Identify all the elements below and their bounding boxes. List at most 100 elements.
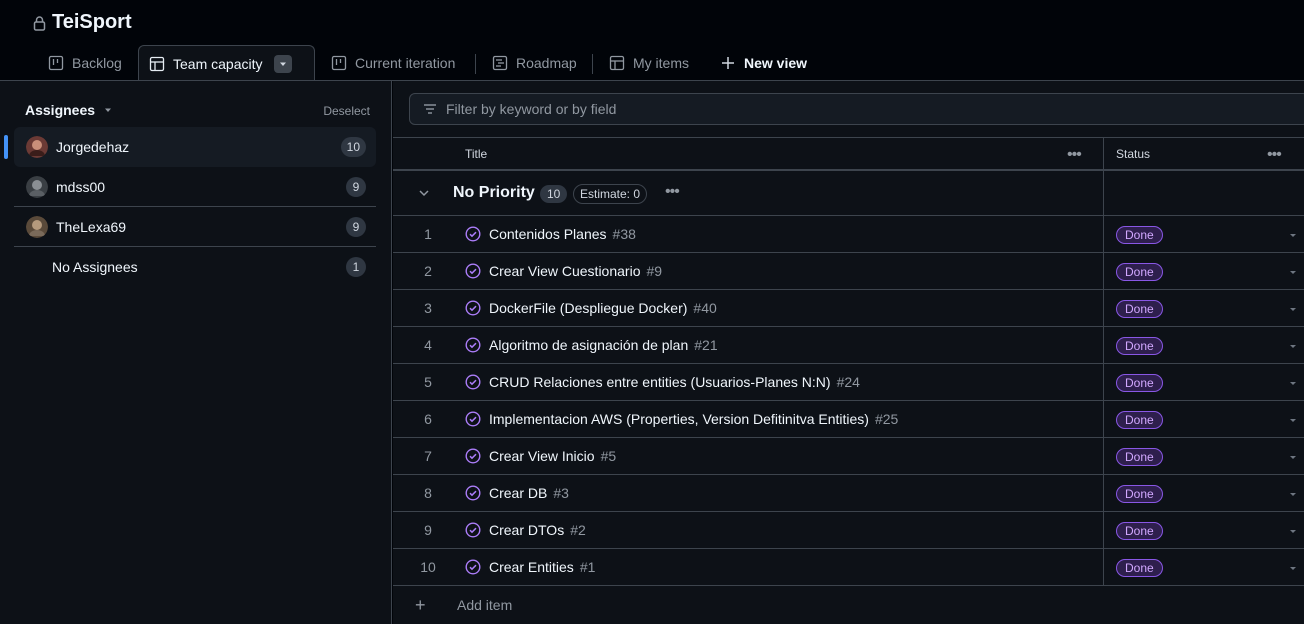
new-view-button[interactable]: New view: [710, 45, 817, 81]
row-number: 4: [424, 337, 432, 353]
chevron-down-icon[interactable]: [417, 186, 431, 200]
item-title[interactable]: DockerFile (Despliegue Docker) #40: [489, 300, 717, 316]
assignee-item[interactable]: No Assignees 1: [14, 247, 376, 287]
tab-label: Backlog: [72, 55, 122, 71]
status-badge[interactable]: Done: [1116, 300, 1163, 318]
item-title[interactable]: Crear DTOs #2: [489, 522, 586, 538]
status-badge[interactable]: Done: [1116, 448, 1163, 466]
triangle-down-icon[interactable]: [1288, 378, 1298, 388]
tab-team-capacity[interactable]: Team capacity: [138, 45, 315, 82]
issue-closed-icon: [465, 485, 481, 501]
tab-current-iteration[interactable]: Current iteration: [321, 45, 465, 81]
tab-label: My items: [633, 55, 689, 71]
item-ref: #9: [646, 263, 663, 279]
assignees-dropdown[interactable]: Assignees: [25, 102, 113, 118]
item-title-text: Contenidos Planes: [489, 226, 607, 242]
issue-closed-icon: [465, 374, 481, 390]
triangle-down-icon[interactable]: [1288, 489, 1298, 499]
assignee-item[interactable]: Jorgedehaz 10: [14, 127, 376, 167]
view-options-button[interactable]: [274, 55, 293, 73]
filter-input[interactable]: Filter by keyword or by field: [409, 93, 1304, 125]
triangle-down-icon[interactable]: [1288, 415, 1298, 425]
item-ref: #1: [579, 559, 596, 575]
status-badge[interactable]: Done: [1116, 263, 1163, 281]
item-ref: #5: [600, 448, 617, 464]
item-ref: #25: [874, 411, 899, 427]
project-name: TeiSport: [52, 11, 132, 33]
row-number: 6: [424, 411, 432, 427]
status-badge[interactable]: Done: [1116, 485, 1163, 503]
tab-divider: [475, 54, 476, 74]
item-title[interactable]: Implementacion AWS (Properties, Version …: [489, 411, 898, 427]
triangle-down-icon: [280, 62, 287, 66]
assignee-item[interactable]: mdss00 9: [14, 167, 376, 207]
item-ref: #38: [612, 226, 636, 242]
table-row[interactable]: 1 Contenidos Planes #38 Done: [393, 216, 1304, 253]
triangle-down-icon: [105, 108, 112, 112]
triangle-down-icon[interactable]: [1288, 230, 1298, 240]
status-badge[interactable]: Done: [1116, 559, 1163, 577]
triangle-down-icon[interactable]: [1288, 452, 1298, 462]
status-badge[interactable]: Done: [1116, 411, 1163, 429]
tab-roadmap[interactable]: Roadmap: [482, 45, 587, 81]
item-title-text: Crear View Inicio: [489, 448, 595, 464]
triangle-down-icon[interactable]: [1288, 341, 1298, 351]
table-row[interactable]: 8 Crear DB #3 Done: [393, 475, 1304, 512]
column-title-header[interactable]: Title: [465, 138, 487, 170]
avatar: [26, 136, 48, 158]
row-number: 8: [424, 485, 432, 501]
add-item-label: Add item: [457, 597, 513, 613]
item-title[interactable]: Contenidos Planes #38: [489, 226, 636, 242]
item-title-text: CRUD Relaciones entre entities (Usuarios…: [489, 374, 831, 390]
assignee-count: 9: [346, 177, 366, 197]
item-title[interactable]: Algoritmo de asignación de plan #21: [489, 337, 718, 353]
status-badge[interactable]: Done: [1116, 226, 1163, 244]
add-item-button[interactable]: + Add item: [393, 586, 1304, 624]
item-title[interactable]: CRUD Relaciones entre entities (Usuarios…: [489, 374, 860, 390]
table-header: Title ••• Status •••: [393, 137, 1304, 171]
item-ref: #21: [694, 337, 718, 353]
table-row[interactable]: 7 Crear View Inicio #5 Done: [393, 438, 1304, 475]
table-row[interactable]: 9 Crear DTOs #2 Done: [393, 512, 1304, 549]
kebab-menu-icon[interactable]: •••: [1267, 146, 1287, 163]
issue-closed-icon: [465, 337, 481, 353]
item-title[interactable]: Crear Entities #1: [489, 559, 595, 575]
triangle-down-icon[interactable]: [1288, 267, 1298, 277]
item-title[interactable]: Crear View Cuestionario #9: [489, 263, 662, 279]
item-title[interactable]: Crear DB #3: [489, 485, 569, 501]
group-name: No Priority: [453, 184, 535, 201]
table-row[interactable]: 2 Crear View Cuestionario #9 Done: [393, 253, 1304, 290]
issue-closed-icon: [465, 300, 481, 316]
assignee-count: 10: [340, 137, 366, 157]
status-badge[interactable]: Done: [1116, 522, 1163, 540]
assignee-item[interactable]: TheLexa69 9: [14, 207, 376, 247]
status-badge[interactable]: Done: [1116, 337, 1163, 355]
tab-backlog[interactable]: Backlog: [38, 45, 132, 81]
plus-icon: +: [415, 595, 426, 615]
table-row[interactable]: 3 DockerFile (Despliegue Docker) #40 Done: [393, 290, 1304, 327]
group-header: No Priority 10 Estimate: 0 •••: [393, 171, 1304, 216]
group-count: 10: [540, 185, 568, 203]
table-row[interactable]: 10 Crear Entities #1 Done: [393, 549, 1304, 586]
table-row[interactable]: 4 Algoritmo de asignación de plan #21 Done: [393, 327, 1304, 364]
deselect-button[interactable]: Deselect: [323, 104, 370, 118]
table-row[interactable]: 6 Implementacion AWS (Properties, Version…: [393, 401, 1304, 438]
project-title: TeiSport: [33, 11, 132, 34]
kebab-menu-icon[interactable]: •••: [665, 183, 680, 201]
roadmap-icon: [492, 55, 508, 71]
lock-icon: [33, 15, 46, 31]
status-badge[interactable]: Done: [1116, 374, 1163, 392]
kebab-menu-icon[interactable]: •••: [1067, 146, 1087, 163]
column-status-header[interactable]: Status: [1116, 138, 1150, 170]
triangle-down-icon[interactable]: [1288, 563, 1298, 573]
item-title[interactable]: Crear View Inicio #5: [489, 448, 616, 464]
assignees-sidebar: Assignees Deselect Jorgedehaz 10 mdss00 …: [0, 81, 392, 624]
table-row[interactable]: 5 CRUD Relaciones entre entities (Usuario…: [393, 364, 1304, 401]
item-title-text: Implementacion AWS (Properties, Version …: [489, 411, 869, 427]
triangle-down-icon[interactable]: [1288, 526, 1298, 536]
triangle-down-icon[interactable]: [1288, 304, 1298, 314]
row-number: 9: [424, 522, 432, 538]
issue-closed-icon: [465, 411, 481, 427]
table-icon: [149, 56, 165, 72]
tab-my-items[interactable]: My items: [599, 45, 699, 81]
